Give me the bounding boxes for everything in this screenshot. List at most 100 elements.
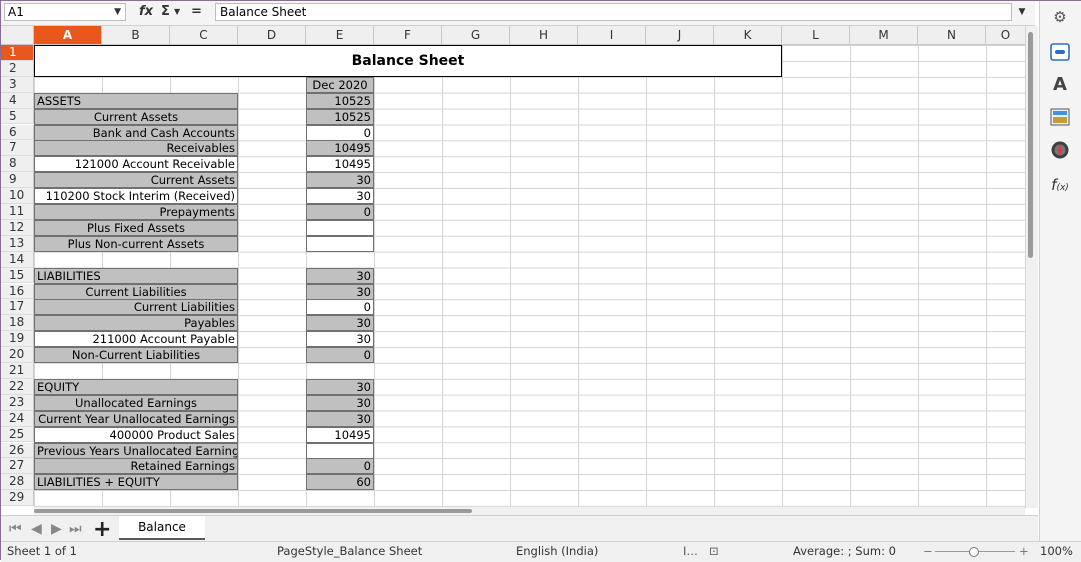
column-header-b[interactable]: B: [102, 26, 170, 45]
prev-sheet-icon[interactable]: ◀: [31, 521, 42, 537]
row-header-4[interactable]: 4: [1, 92, 34, 109]
account-label-cell[interactable]: Unallocated Earnings: [34, 394, 238, 411]
row-header-15[interactable]: 15: [1, 267, 34, 284]
amount-cell[interactable]: 10525: [306, 92, 374, 109]
amount-cell[interactable]: 30: [306, 188, 374, 205]
next-sheet-icon[interactable]: ▶: [51, 521, 62, 537]
row-header-8[interactable]: 8: [1, 156, 34, 173]
account-label-cell[interactable]: 211000 Account Payable: [34, 331, 238, 348]
amount-cell[interactable]: [306, 219, 374, 236]
row-header-1[interactable]: 1: [1, 45, 34, 61]
account-label-cell[interactable]: LIABILITIES: [34, 267, 238, 284]
row-header-24[interactable]: 24: [1, 410, 34, 427]
account-label-cell[interactable]: Plus Non-current Assets: [34, 235, 238, 252]
row-header-29[interactable]: 29: [1, 490, 34, 507]
navigator-icon[interactable]: [1049, 140, 1071, 162]
row-header-22[interactable]: 22: [1, 378, 34, 395]
last-sheet-icon[interactable]: ⏭: [69, 521, 82, 537]
row-header-13[interactable]: 13: [1, 235, 34, 252]
name-box[interactable]: A1 ▼: [4, 3, 126, 21]
account-label-cell[interactable]: Bank and Cash Accounts: [34, 124, 238, 141]
column-header-m[interactable]: M: [850, 26, 918, 45]
amount-cell[interactable]: 60: [306, 474, 374, 491]
sheet-title-cell[interactable]: Balance Sheet: [34, 45, 782, 77]
amount-cell[interactable]: 30: [306, 315, 374, 332]
amount-cell[interactable]: 30: [306, 172, 374, 189]
horizontal-scrollbar[interactable]: [34, 507, 1025, 515]
functions-icon[interactable]: f(x): [1049, 174, 1071, 196]
selection-mode-icon[interactable]: ⊡: [709, 542, 719, 561]
account-label-cell[interactable]: Plus Fixed Assets: [34, 219, 238, 236]
first-sheet-icon[interactable]: ⏮: [9, 521, 22, 537]
properties-icon[interactable]: [1049, 42, 1071, 64]
styles-icon[interactable]: A: [1049, 74, 1071, 96]
amount-cell[interactable]: 0: [306, 204, 374, 220]
account-label-cell[interactable]: EQUITY: [34, 378, 238, 395]
row-header-5[interactable]: 5: [1, 108, 34, 125]
amount-cell[interactable]: 30: [306, 378, 374, 395]
row-header-26[interactable]: 26: [1, 442, 34, 459]
amount-cell[interactable]: [306, 235, 374, 252]
formula-input[interactable]: Balance Sheet: [215, 3, 1012, 21]
row-header-12[interactable]: 12: [1, 219, 34, 236]
row-header-11[interactable]: 11: [1, 204, 34, 220]
account-label-cell[interactable]: Non-Current Liabilities: [34, 347, 238, 364]
vertical-scroll-thumb[interactable]: [1028, 32, 1033, 258]
column-header-e[interactable]: E: [306, 26, 374, 45]
column-header-h[interactable]: H: [510, 26, 578, 45]
amount-cell[interactable]: 0: [306, 347, 374, 364]
zoom-in-icon[interactable]: +: [1019, 542, 1029, 561]
column-header-k[interactable]: K: [714, 26, 782, 45]
amount-cell[interactable]: 10495: [306, 156, 374, 173]
row-header-25[interactable]: 25: [1, 426, 34, 443]
sum-icon[interactable]: Σ: [161, 3, 170, 21]
row-header-16[interactable]: 16: [1, 283, 34, 300]
account-label-cell[interactable]: Previous Years Unallocated Earnings: [34, 442, 238, 459]
expand-formula-icon[interactable]: ▼: [1013, 3, 1031, 21]
page-style[interactable]: PageStyle_Balance Sheet: [277, 542, 422, 561]
account-label-cell[interactable]: Prepayments: [34, 204, 238, 220]
account-label-cell[interactable]: 121000 Account Receivable: [34, 156, 238, 173]
amount-cell[interactable]: 30: [306, 331, 374, 348]
amount-cell[interactable]: 0: [306, 458, 374, 475]
amount-cell[interactable]: 30: [306, 394, 374, 411]
row-header-9[interactable]: 9: [1, 172, 34, 189]
row-header-10[interactable]: 10: [1, 188, 34, 204]
column-header-d[interactable]: D: [238, 26, 306, 45]
language[interactable]: English (India): [516, 542, 598, 561]
column-header-n[interactable]: N: [918, 26, 986, 45]
column-header-j[interactable]: J: [646, 26, 714, 45]
account-label-cell[interactable]: Current Year Unallocated Earnings: [34, 410, 238, 427]
amount-cell[interactable]: 30: [306, 267, 374, 284]
column-header-l[interactable]: L: [782, 26, 850, 45]
account-label-cell[interactable]: Current Assets: [34, 172, 238, 189]
account-label-cell[interactable]: ASSETS: [34, 92, 238, 109]
spreadsheet-grid[interactable]: Balance Sheet Dec 2020 ASSETS 10525 Curren…: [34, 45, 1025, 507]
add-sheet-icon[interactable]: +: [93, 517, 111, 542]
column-header-o[interactable]: O: [986, 26, 1026, 45]
column-header-c[interactable]: C: [170, 26, 238, 45]
zoom-out-icon[interactable]: −: [923, 542, 933, 561]
amount-cell[interactable]: 10495: [306, 426, 374, 443]
amount-cell[interactable]: 30: [306, 283, 374, 300]
row-header-17[interactable]: 17: [1, 299, 34, 316]
function-wizard-icon[interactable]: fx: [139, 3, 153, 21]
zoom-level[interactable]: 100%: [1040, 542, 1073, 561]
row-header-2[interactable]: 2: [1, 60, 34, 77]
horizontal-scroll-thumb[interactable]: [34, 509, 472, 513]
settings-icon[interactable]: ⚙: [1049, 6, 1071, 28]
period-header-cell[interactable]: Dec 2020: [306, 77, 374, 93]
amount-cell[interactable]: [306, 442, 374, 459]
column-header-a[interactable]: A: [34, 26, 102, 45]
account-label-cell[interactable]: 110200 Stock Interim (Received): [34, 188, 238, 205]
account-label-cell[interactable]: Payables: [34, 315, 238, 332]
chevron-down-icon[interactable]: ▼: [114, 4, 121, 20]
row-header-27[interactable]: 27: [1, 458, 34, 475]
account-label-cell[interactable]: Receivables: [34, 140, 238, 157]
row-header-7[interactable]: 7: [1, 140, 34, 157]
amount-cell[interactable]: 30: [306, 410, 374, 427]
account-label-cell[interactable]: 400000 Product Sales: [34, 426, 238, 443]
vertical-scrollbar[interactable]: [1025, 26, 1038, 508]
amount-cell[interactable]: 0: [306, 299, 374, 316]
row-header-14[interactable]: 14: [1, 251, 34, 268]
